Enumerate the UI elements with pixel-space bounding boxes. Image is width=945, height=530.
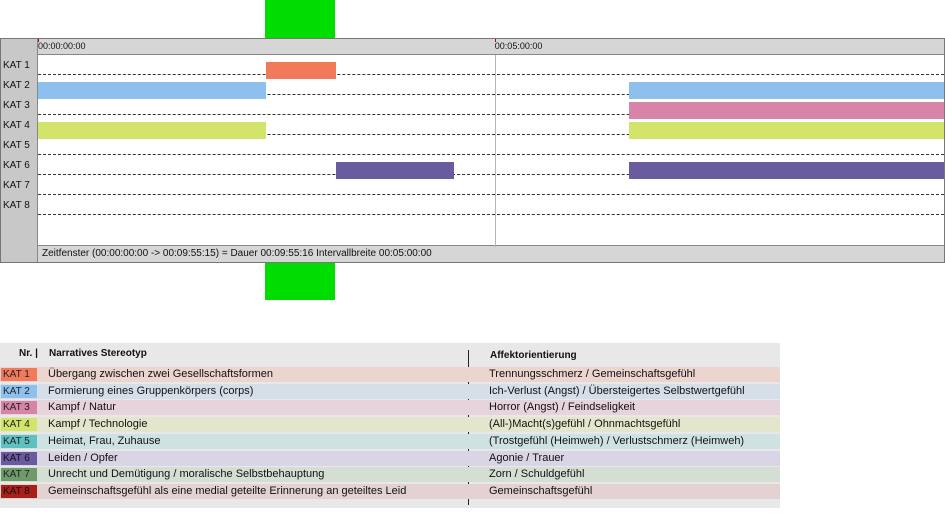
ruler-tick <box>38 39 39 42</box>
time-ruler: 00:00:00:00 00:05:00:00 <box>38 39 944 55</box>
legend-stereotype-text: Unrecht und Demütigung / moralische Selb… <box>48 468 325 481</box>
legend-stereotype-text: Leiden / Opfer <box>48 451 118 464</box>
category-label: KAT 1 <box>3 60 30 71</box>
timeline-segment[interactable] <box>628 102 944 119</box>
timeline-segment[interactable] <box>336 162 454 179</box>
legend-affect-text: Zorn / Schuldgefühl <box>489 468 585 481</box>
category-row-line <box>38 214 944 215</box>
timeline-segment[interactable] <box>38 122 267 139</box>
legend-category-badge: KAT 2 <box>1 384 37 398</box>
category-label-column: KAT 1 KAT 2 KAT 3 KAT 4 KAT 5 KAT 6 KAT 7 KAT 8 <box>1 39 38 262</box>
legend-header-stereotype: Narratives Stereotyp <box>49 348 147 359</box>
legend-category-badge: KAT 5 <box>1 434 37 448</box>
legend-affect-text: (All-)Macht(s)gefühl / Ohnmachtsgefühl <box>489 418 681 431</box>
legend-stereotype-text: Kampf / Technologie <box>48 418 148 431</box>
legend-header-affect: Affektorientierung <box>490 350 577 361</box>
legend-row: KAT 1 Übergang zwischen zwei Gesellschaft… <box>0 367 780 382</box>
time-label-start: 00:00:00:00 <box>38 41 86 51</box>
legend-stereotype-text: Gemeinschaftsgefühl als eine medial gete… <box>48 484 407 497</box>
legend-category-badge: KAT 8 <box>1 484 37 498</box>
category-label: KAT 6 <box>3 160 30 171</box>
category-label: KAT 3 <box>3 100 30 111</box>
timeline-segment[interactable] <box>266 62 337 79</box>
legend-category-badge: KAT 4 <box>1 418 37 432</box>
legend-affect-text: (Trostgefühl (Heimweh) / Verlustschmerz … <box>489 434 745 447</box>
category-label: KAT 4 <box>3 120 30 131</box>
legend-stereotype-text: Heimat, Frau, Zuhause <box>48 434 161 447</box>
category-row-line <box>38 74 944 75</box>
category-label: KAT 7 <box>3 180 30 191</box>
legend-header-nr: Nr. | <box>19 348 38 359</box>
legend-row: KAT 3 Kampf / Natur Horror (Angst) / Feind… <box>0 400 780 416</box>
legend-affect-text: Gemeinschaftsgefühl <box>489 484 593 497</box>
category-label: KAT 2 <box>3 80 30 91</box>
category-row-line <box>38 154 944 155</box>
legend-row: KAT 7 Unrecht und Demütigung / moralische… <box>0 467 780 483</box>
timeline-panel: KAT 1 KAT 2 KAT 3 KAT 4 KAT 5 KAT 6 KAT 7 KAT 8… <box>0 38 945 263</box>
legend-row: KAT 6 Leiden / Opfer Agonie / Trauer <box>0 450 780 466</box>
category-label: KAT 5 <box>3 140 30 151</box>
time-label-interval: 00:05:00:00 <box>494 41 543 51</box>
legend-row: KAT 2 Formierung eines Gruppenkörpers (co… <box>0 383 780 399</box>
legend-row: KAT 4 Kampf / Technologie (All-)Macht(s)ge… <box>0 417 780 433</box>
timeline-segment[interactable] <box>628 82 944 99</box>
legend-affect-text: Trennungsschmerz / Gemeinschaftsgefühl <box>489 368 696 380</box>
interval-gridline <box>494 55 496 247</box>
legend-affect-text: Horror (Angst) / Feindseligkeit <box>489 401 636 414</box>
highlight-marker-bottom <box>265 263 336 300</box>
ruler-tick <box>494 39 496 42</box>
legend-row: KAT 5 Heimat, Frau, Zuhause (Trostgefühl (… <box>0 433 780 449</box>
highlight-marker-top <box>265 0 336 38</box>
timeline-segment[interactable] <box>628 122 944 139</box>
legend-stereotype-text: Formierung eines Gruppenkörpers (corps) <box>48 384 254 397</box>
legend-category-badge: KAT 6 <box>1 451 37 465</box>
legend-stereotype-text: Übergang zwischen zwei Gesellschaftsform… <box>48 368 273 380</box>
timeline-segment[interactable] <box>38 82 267 99</box>
legend-affect-text: Agonie / Trauer <box>489 451 565 464</box>
legend-category-badge: KAT 3 <box>1 401 37 415</box>
legend-stereotype-text: Kampf / Natur <box>48 401 116 414</box>
legend-category-badge: KAT 7 <box>1 468 37 482</box>
category-row-line <box>38 194 944 195</box>
status-bar: Zeitfenster (00:00:00:00 -> 00:09:55:15)… <box>38 245 944 262</box>
category-label: KAT 8 <box>3 200 30 211</box>
legend-table: Nr. | Narratives Stereotyp Affektorienti… <box>0 343 780 508</box>
legend-category-badge: KAT 1 <box>1 368 37 381</box>
legend-affect-text: Ich-Verlust (Angst) / Übersteigertes Sel… <box>489 384 745 397</box>
legend-row: KAT 8 Gemeinschaftsgefühl als eine medial… <box>0 483 780 499</box>
timeline-segment[interactable] <box>628 162 944 179</box>
